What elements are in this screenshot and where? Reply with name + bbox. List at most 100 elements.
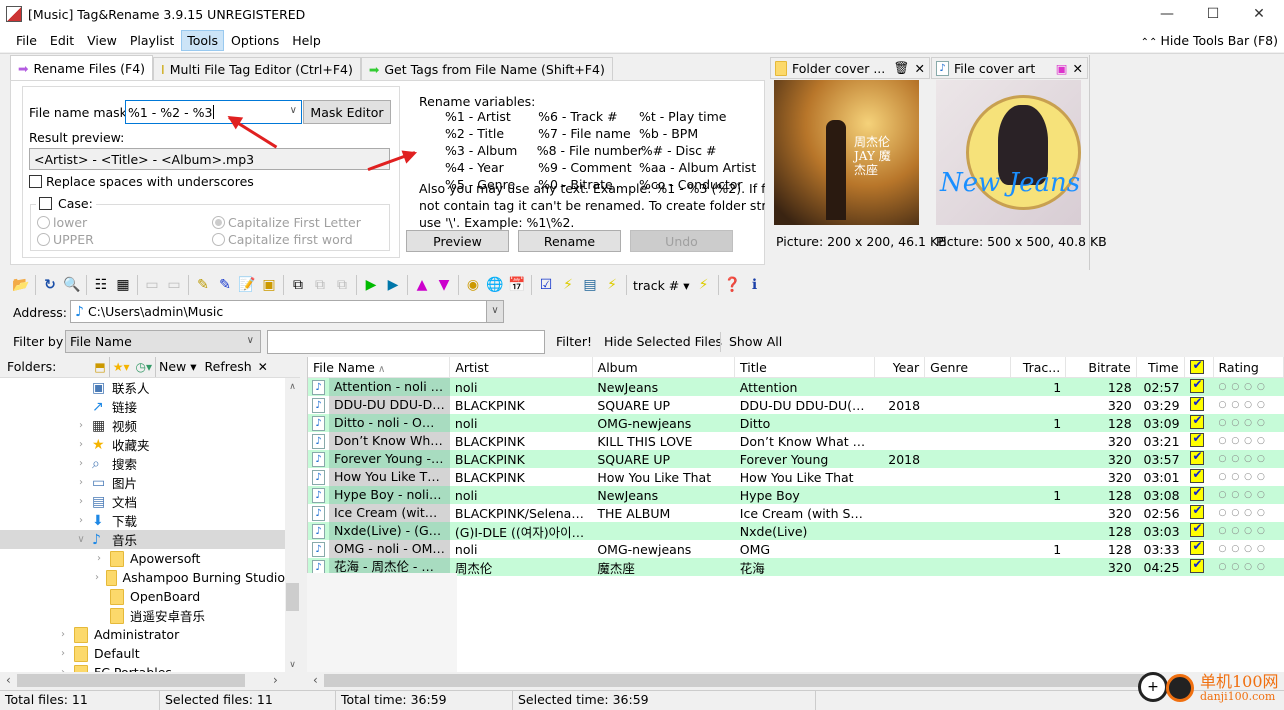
move-down-icon[interactable]: ▼ — [433, 274, 455, 296]
hide-tools-bar-button[interactable]: ⌃⌃ Hide Tools Bar (F8) — [1141, 33, 1278, 48]
web-download-icon[interactable]: 🌐 — [484, 274, 506, 296]
column-header[interactable]: Artist — [450, 357, 593, 377]
chevron-down-icon[interactable]: ∨ — [290, 105, 297, 116]
tag-fields-icon[interactable]: ▤ — [579, 274, 601, 296]
menu-playlist[interactable]: Playlist — [124, 30, 180, 51]
rating-cell[interactable]: ○○○○ — [1213, 508, 1284, 518]
chevron-right-icon[interactable]: › — [74, 458, 88, 469]
folder-tree-item[interactable]: › ★ 收藏夹 — [0, 435, 285, 454]
edit-tag-blue-icon[interactable]: ✎ — [214, 274, 236, 296]
grid-view-icon[interactable]: ▦ — [112, 274, 134, 296]
tab-multi-file-tag-editor[interactable]: Ⅰ Multi File Tag Editor (Ctrl+F4) — [153, 57, 361, 80]
paste-icon[interactable]: ⧉ — [309, 274, 331, 296]
copy-icon[interactable]: ⧉ — [287, 274, 309, 296]
folder-tree-horizontal-scrollbar[interactable]: ‹ › — [0, 672, 300, 689]
move-up-icon[interactable]: ▲ — [411, 274, 433, 296]
chevron-right-icon[interactable]: › — [92, 572, 102, 583]
preview-button[interactable]: Preview — [406, 230, 509, 252]
folder-tree-item[interactable]: › ⌕ 搜索 — [0, 454, 285, 473]
history-icon[interactable]: ◷▾ — [135, 360, 152, 374]
folder-tree-item[interactable]: › Ashampoo Burning Studio — [0, 568, 285, 587]
folder-tree-item[interactable]: › ▭ 图片 — [0, 473, 285, 492]
new-folder-button[interactable]: New ▾ — [159, 359, 197, 374]
case-lower-radio[interactable]: lower — [37, 215, 87, 230]
radio[interactable] — [212, 233, 225, 246]
folder-disabled-icon[interactable]: ▭ — [163, 274, 185, 296]
filter-text-input[interactable] — [267, 330, 545, 354]
radio[interactable] — [212, 216, 225, 229]
rating-cell[interactable]: ○○○○ — [1213, 490, 1284, 500]
folder-tree-item[interactable]: OpenBoard — [0, 587, 285, 606]
chevron-right-icon[interactable]: › — [56, 629, 70, 640]
rating-cell[interactable]: ○○○○ — [1213, 544, 1284, 554]
table-row[interactable]: ♪ Don’t Know What ... BLACKPINK KILL THIS L… — [308, 432, 1284, 450]
chevron-right-icon[interactable]: › — [74, 496, 88, 507]
table-row[interactable]: ♪ How You Like That... BLACKPINK How You Li… — [308, 468, 1284, 486]
folder-tree-item[interactable]: ↗ 链接 — [0, 397, 285, 416]
rating-cell[interactable]: ○○○○ — [1213, 472, 1284, 482]
tree-view-icon[interactable]: ☷ — [90, 274, 112, 296]
folder-tree-vertical-scrollbar[interactable]: ∧ ∨ — [285, 378, 300, 672]
checkbox[interactable] — [29, 175, 42, 188]
close-icon[interactable]: ✕ — [258, 360, 268, 374]
favorites-icon[interactable]: ★▾ — [113, 360, 130, 374]
column-header[interactable]: Year — [875, 357, 926, 377]
rating-cell[interactable]: ○○○○ — [1213, 436, 1284, 446]
lightning-check-icon[interactable]: ⚡ — [557, 274, 579, 296]
column-header[interactable]: Album — [593, 357, 735, 377]
hide-selected-files-button[interactable]: Hide Selected Files — [604, 334, 722, 349]
column-header[interactable]: File Name ∧ — [308, 357, 451, 377]
table-row[interactable]: ♪ Forever Young - B... BLACKPINK SQUARE UP F… — [308, 450, 1284, 468]
chevron-down-icon[interactable]: ∨ — [74, 534, 88, 545]
folder-tree-item[interactable]: ∨ ♪ 音乐 — [0, 530, 285, 549]
table-row[interactable]: ♪ OMG - noli - OMG... noli OMG-newjeans OMG 1… — [308, 540, 1284, 558]
case-capitalize-first-word-radio[interactable]: Capitalize first word — [212, 232, 353, 247]
refresh-icon[interactable]: ↻ — [39, 274, 61, 296]
table-row[interactable]: ♪ DDU-DU DDU-DU(... BLACKPINK SQUARE UP DDU-… — [308, 396, 1284, 414]
show-all-button[interactable]: Show All — [729, 334, 782, 349]
menu-help[interactable]: Help — [286, 30, 327, 51]
menu-view[interactable]: View — [81, 30, 123, 51]
folder-tree-item[interactable]: › ▤ 文档 — [0, 492, 285, 511]
trash-icon[interactable]: 🗑 — [894, 60, 910, 76]
auto-number-icon[interactable]: ⚡ — [693, 274, 715, 296]
rating-cell[interactable]: ○○○○ — [1213, 382, 1284, 392]
scroll-thumb[interactable] — [324, 674, 1149, 687]
rating-cell[interactable]: ○○○○ — [1213, 454, 1284, 464]
chevron-right-icon[interactable]: › — [74, 439, 88, 450]
folder-cover-tab[interactable]: Folder cover ... 🗑 ✕ — [770, 57, 930, 79]
column-header[interactable]: Trac... — [1011, 357, 1067, 377]
column-header[interactable]: Bitrate — [1066, 357, 1137, 377]
tab-rename-files[interactable]: ➡ Rename Files (F4) — [10, 55, 154, 80]
folder-tree-item[interactable]: ›FC Portables — [0, 663, 285, 672]
menu-edit[interactable]: Edit — [44, 30, 80, 51]
column-header[interactable]: Genre — [925, 357, 1011, 377]
undo-button[interactable]: Undo — [630, 230, 733, 252]
mask-editor-button[interactable]: Mask Editor — [303, 100, 391, 124]
chevron-right-icon[interactable]: › — [74, 515, 88, 526]
rating-cell[interactable]: ○○○○ — [1213, 418, 1284, 428]
folder-tree-item[interactable]: ▣ 联系人 — [0, 378, 285, 397]
paste-special-icon[interactable]: ⧉ — [331, 274, 353, 296]
tab-get-tags-from-file-name[interactable]: ➡ Get Tags from File Name (Shift+F4) — [360, 57, 613, 80]
rename-button[interactable]: Rename — [518, 230, 621, 252]
address-input[interactable]: ♪ C:\Users\admin\Music — [70, 300, 487, 323]
folder-tree-item[interactable]: 逍遥安卓音乐 — [0, 606, 285, 625]
folder-tree-item[interactable]: › ⬇ 下载 — [0, 511, 285, 530]
chevron-right-icon[interactable]: › — [74, 420, 88, 431]
rating-cell[interactable]: ○○○○ — [1213, 526, 1284, 536]
folder-tree-item[interactable]: › ▦ 视频 — [0, 416, 285, 435]
scroll-thumb[interactable] — [17, 674, 245, 687]
tag-folder-icon[interactable]: ▣ — [258, 274, 280, 296]
case-upper-radio[interactable]: UPPER — [37, 232, 94, 247]
column-header[interactable]: Title — [735, 357, 876, 377]
table-row[interactable]: ♪Ice Cream (with Sel...BLACKPINK/Selena … — [308, 504, 1284, 522]
play-selected-icon[interactable]: ▶ — [382, 274, 404, 296]
close-icon[interactable]: ✕ — [1073, 61, 1083, 76]
info-icon[interactable]: ℹ — [744, 274, 766, 296]
table-row[interactable]: ♪Nxde(Live) - (G)I-D...(G)I-DLE ((여자)아이들… — [308, 522, 1284, 540]
check-tags-icon[interactable]: ☑ — [535, 274, 557, 296]
folder-up-icon[interactable]: ⬒ — [94, 360, 105, 374]
filter-field-select[interactable]: File Name ∨ — [65, 330, 261, 353]
address-dropdown-button[interactable]: ∨ — [486, 300, 504, 323]
